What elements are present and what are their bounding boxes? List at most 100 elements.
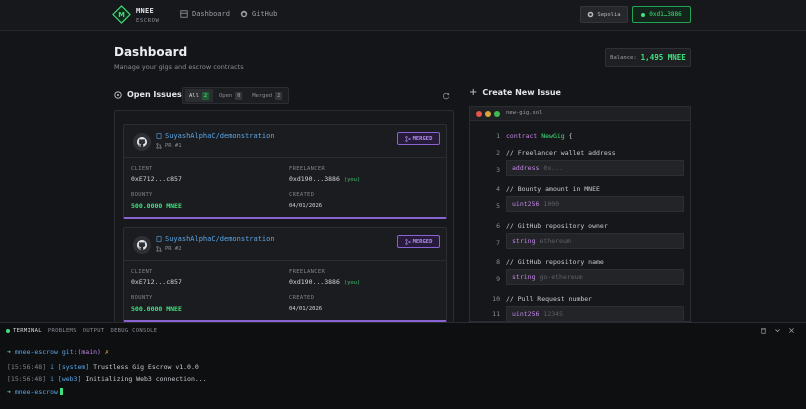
repo-icon <box>156 133 162 139</box>
bounty-label: BOUNTY <box>131 192 153 198</box>
tab-terminal[interactable]: TERMINAL <box>6 328 42 334</box>
freelancer-address-input[interactable]: address 0x... <box>506 160 684 176</box>
code-line: 1 contract NewGig { <box>470 130 690 142</box>
page-subtitle: Manage your gigs and escrow contracts <box>114 63 244 71</box>
you-tag: (you) <box>343 177 361 183</box>
chevron-down-icon[interactable] <box>774 327 781 334</box>
code-text: contract NewGig { <box>506 132 573 140</box>
terminal-input-line[interactable]: ➜ mnee-escrow <box>7 388 63 396</box>
freelancer-value: 0xd190...3886 (you) <box>289 278 360 286</box>
refresh-icon[interactable] <box>442 92 450 100</box>
repo-name-input[interactable]: string go-ethereum <box>506 269 684 285</box>
terminal-panel[interactable]: TERMINAL PROBLEMS OUTPUT DEBUG CONSOLE ➜… <box>0 322 806 409</box>
line-number: 1 <box>496 132 500 140</box>
github-icon <box>137 240 147 250</box>
nav-dashboard-label: Dashboard <box>192 10 230 18</box>
balance-value: 1,495 MNEE <box>640 53 686 62</box>
terminal-tabs: TERMINAL PROBLEMS OUTPUT DEBUG CONSOLE <box>0 323 806 338</box>
pull-request-icon <box>156 246 162 252</box>
repo-name: SuyashAlphaC/demonstration <box>165 235 275 243</box>
nav-github-label: GitHub <box>252 10 278 18</box>
brand-subtitle: ESCROW <box>136 18 160 24</box>
input-placeholder: 12345 <box>543 310 563 318</box>
issue-filter-tabs: All 2 Open 0 Merged 2 <box>182 87 290 104</box>
editor-filename: new-gig.sol <box>506 110 543 116</box>
type-keyword: address <box>512 164 540 172</box>
client-address: 0xE712...c857 <box>131 175 182 183</box>
network-selector[interactable]: Sepolia <box>580 6 628 23</box>
wallet-address: 0xd1…3886 <box>649 11 682 18</box>
trash-icon[interactable] <box>760 327 767 334</box>
mnee-logo[interactable]: M <box>112 5 131 24</box>
issue-card[interactable]: SuyashAlphaC/demonstration PR #2 MERGED … <box>123 227 447 322</box>
issues-list[interactable]: SuyashAlphaC/demonstration PR #1 MERGED … <box>114 110 454 325</box>
freelancer-address: 0xd190...3886 <box>289 278 340 286</box>
line-number: 7 <box>496 239 500 247</box>
terminal-cursor <box>59 388 63 395</box>
network-icon <box>588 11 594 18</box>
input-placeholder: go-ethereum <box>539 273 583 281</box>
you-tag: (you) <box>343 280 361 286</box>
filter-all[interactable]: All 2 <box>185 89 213 102</box>
top-header: M MNEE ESCROW Dashboard GitHub Sepolia 0… <box>0 0 806 31</box>
filter-open[interactable]: Open 0 <box>215 89 246 102</box>
info-icon: i <box>50 375 54 383</box>
code-comment: // Freelancer wallet address <box>506 149 616 157</box>
close-dot-icon <box>476 111 482 117</box>
status-label: MERGED <box>412 238 433 245</box>
github-icon <box>137 137 147 147</box>
github-avatar <box>133 133 151 151</box>
circle-dot-icon <box>114 90 122 99</box>
merge-icon <box>404 135 411 142</box>
gig-editor: new-gig.sol 1 contract NewGig { 2 // Fre… <box>469 106 691 322</box>
type-keyword: string <box>512 237 536 245</box>
balance-badge: Balance: 1,495 MNEE <box>605 48 691 67</box>
close-icon[interactable] <box>788 327 795 334</box>
nav-dashboard[interactable]: Dashboard <box>180 10 230 18</box>
terminal-active-dot-icon <box>6 328 10 333</box>
created-label: CREATED <box>289 192 315 198</box>
info-icon: i <box>50 363 54 371</box>
input-placeholder: ethereum <box>539 237 571 245</box>
code-line: 6 // GitHub repository owner <box>470 220 690 232</box>
terminal-prompt-line: ➜ mnee-escrow git:(main) ✗ <box>7 348 109 356</box>
pr-number: PR #1 <box>156 143 182 149</box>
pr-number: PR #2 <box>156 246 182 252</box>
bounty-amount: 500.0000 MNEE <box>131 202 182 210</box>
plus-icon: + <box>469 87 478 98</box>
svg-text:M: M <box>118 11 125 19</box>
wallet-button[interactable]: 0xd1…3886 <box>632 6 691 23</box>
tab-problems[interactable]: PROBLEMS <box>48 328 77 334</box>
created-label: CREATED <box>289 295 315 301</box>
repo-link[interactable]: SuyashAlphaC/demonstration <box>156 235 275 243</box>
create-issue-title: Create New Issue <box>482 88 561 97</box>
filter-merged[interactable]: Merged 2 <box>248 89 286 102</box>
tab-debug-console[interactable]: DEBUG CONSOLE <box>110 328 157 334</box>
pr-label: PR #2 <box>165 246 182 252</box>
merge-icon <box>404 238 411 245</box>
bounty-amount-input[interactable]: uint256 1000 <box>506 196 684 212</box>
filter-merged-count: 2 <box>275 91 283 100</box>
code-line: 8 // GitHub repository name <box>470 256 690 268</box>
prompt-path: mnee-escrow <box>14 348 58 356</box>
nav-github[interactable]: GitHub <box>240 10 277 18</box>
card-divider <box>124 157 446 158</box>
repo-link[interactable]: SuyashAlphaC/demonstration <box>156 132 275 140</box>
filter-open-label: Open <box>218 92 233 99</box>
prompt-dirty-mark: ✗ <box>104 348 109 356</box>
tab-terminal-label: TERMINAL <box>13 327 42 334</box>
code-line: 2 // Freelancer wallet address <box>470 147 690 159</box>
merged-status-badge: MERGED <box>397 235 440 248</box>
tab-output[interactable]: OUTPUT <box>83 328 105 334</box>
log-timestamp: [15:56:48] <box>7 375 47 383</box>
log-tag: [system] <box>57 363 90 371</box>
issue-card[interactable]: SuyashAlphaC/demonstration PR #1 MERGED … <box>123 124 447 219</box>
pr-number-input[interactable]: uint256 12345 <box>506 306 684 321</box>
repo-owner-input[interactable]: string ethereum <box>506 233 684 249</box>
client-address: 0xE712...c857 <box>131 278 182 286</box>
brace: { <box>564 132 573 140</box>
bounty-label: BOUNTY <box>131 295 153 301</box>
code-line: 10 // Pull Request number <box>470 293 690 305</box>
input-placeholder: 0x... <box>543 164 563 172</box>
page-title: Dashboard <box>114 45 188 59</box>
